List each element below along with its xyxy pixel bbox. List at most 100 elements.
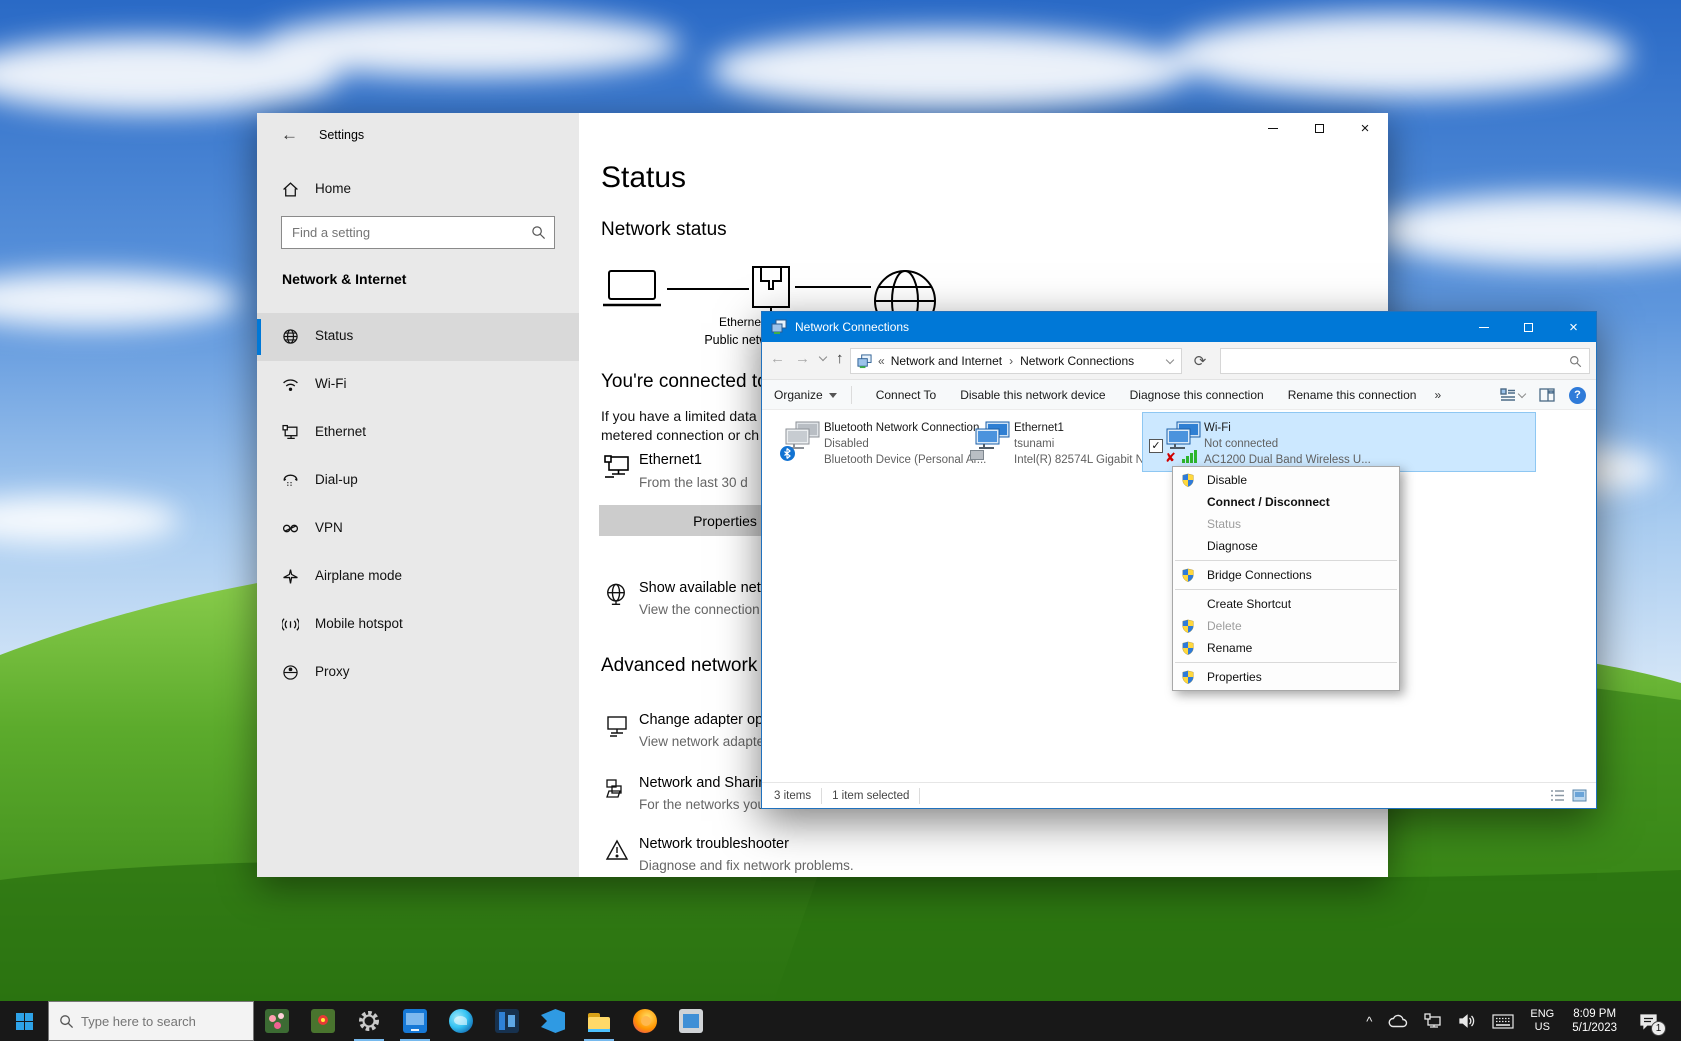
clock-time: 8:09 PM [1572, 1007, 1617, 1021]
taskbar-search-input[interactable] [81, 1014, 241, 1029]
edge-icon[interactable] [438, 1001, 484, 1041]
minimize-button[interactable] [1250, 113, 1296, 144]
system-tray: ^ ENGUS 8:09 PM 5/1/2023 1 [1360, 1001, 1681, 1041]
sharing-center-title[interactable]: Network and Sharin [639, 775, 766, 791]
nav-up-icon[interactable]: ↑ [836, 350, 844, 367]
touch-keyboard-icon[interactable] [1486, 1001, 1520, 1041]
sidebar-item-airplane[interactable]: Airplane mode [257, 553, 579, 601]
tile-name: Bluetooth Network Connection [824, 422, 979, 434]
connect-to-button[interactable]: Connect To [876, 388, 937, 402]
sidebar-item-vpn[interactable]: VPN [257, 505, 579, 553]
start-button[interactable] [0, 1001, 48, 1041]
action-center-button[interactable]: 1 [1629, 1001, 1668, 1041]
refresh-icon[interactable]: ⟳ [1186, 348, 1214, 374]
sidebar-item-ethernet[interactable]: Ethernet [257, 409, 579, 457]
maximize-button[interactable] [1296, 113, 1342, 144]
sidebar-item-status[interactable]: Status [257, 313, 579, 361]
nav-back-icon[interactable]: ← [770, 350, 785, 367]
sidebar-ethernet-label: Ethernet [315, 424, 366, 439]
menu-item-properties[interactable]: Properties [1173, 666, 1399, 688]
sidebar-item-hotspot[interactable]: Mobile hotspot [257, 601, 579, 649]
ethernet-usage-text: From the last 30 d [639, 475, 748, 490]
menu-item-status: Status [1173, 513, 1399, 535]
close-button[interactable]: × [1342, 113, 1388, 144]
signal-bars-icon [1182, 450, 1197, 463]
menu-item-delete: Delete [1173, 615, 1399, 637]
sidebar-dialup-label: Dial-up [315, 472, 358, 487]
ethernet-icon [282, 424, 299, 441]
menu-item-connect-disconnect[interactable]: Connect / Disconnect [1173, 491, 1399, 513]
menu-separator [1175, 589, 1397, 590]
preview-pane-icon[interactable] [1539, 388, 1555, 402]
taskbar-search-box[interactable] [48, 1001, 254, 1041]
selection-checkbox[interactable]: ✓ [1149, 439, 1163, 453]
ethernet-adapter-tile-icon [974, 420, 1012, 454]
troubleshooter-desc: Diagnose and fix network problems. [639, 858, 854, 873]
toolbar-overflow-button[interactable]: » [1434, 388, 1441, 402]
volume-icon[interactable] [1452, 1001, 1482, 1041]
menu-item-bridge-connections[interactable]: Bridge Connections [1173, 564, 1399, 586]
sidebar-item-proxy[interactable]: Proxy [257, 649, 579, 697]
airplane-icon [282, 568, 299, 585]
large-icons-view-toggle-icon[interactable] [1570, 787, 1588, 805]
taskbar-clock[interactable]: 8:09 PM 5/1/2023 [1564, 1007, 1625, 1035]
settings-search-box[interactable] [281, 216, 555, 249]
menu-item-rename[interactable]: Rename [1173, 637, 1399, 659]
network-tray-icon[interactable] [1418, 1001, 1448, 1041]
diagnose-connection-button[interactable]: Diagnose this connection [1130, 388, 1264, 402]
back-arrow-icon[interactable]: ← [281, 125, 298, 145]
adapter-options-title[interactable]: Change adapter opt [639, 712, 767, 728]
troubleshooter-warning-icon [605, 839, 629, 861]
firefox-icon[interactable] [622, 1001, 668, 1041]
sidebar-item-wifi[interactable]: Wi-Fi [257, 361, 579, 409]
flower-shortcut-icon-2[interactable] [300, 1001, 346, 1041]
breadcrumb-collapse[interactable]: « [878, 354, 885, 368]
tray-chevron-up-icon[interactable]: ^ [1360, 1001, 1378, 1041]
menu-item-diagnose[interactable]: Diagnose [1173, 535, 1399, 557]
sidebar-item-dialup[interactable]: Dial-up [257, 457, 579, 505]
display-app-icon[interactable] [392, 1001, 438, 1041]
search-icon [531, 225, 546, 240]
organize-caret-icon [829, 393, 837, 398]
nc-window-title: Network Connections [795, 320, 909, 334]
connection-tile-ethernet1[interactable]: Ethernet1 tsunami Intel(R) 82574L Gigabi… [972, 413, 1142, 471]
change-view-icon[interactable] [1500, 388, 1525, 402]
rename-connection-button[interactable]: Rename this connection [1288, 388, 1417, 402]
troubleshooter-title[interactable]: Network troubleshooter [639, 836, 789, 852]
media-app-icon[interactable] [484, 1001, 530, 1041]
breadcrumb-network-and-internet[interactable]: Network and Internet [891, 354, 1002, 368]
settings-gear-icon[interactable] [346, 1001, 392, 1041]
connection-tile-bluetooth[interactable]: Bluetooth Network Connection Disabled Bl… [782, 413, 968, 471]
uac-shield-icon [1181, 619, 1195, 633]
taskbar-search-icon [59, 1014, 74, 1029]
nc-close-button[interactable]: × [1551, 312, 1596, 342]
breadcrumb-network-connections[interactable]: Network Connections [1020, 354, 1134, 368]
nav-forward-icon[interactable]: → [795, 350, 810, 367]
file-explorer-icon[interactable] [576, 1001, 622, 1041]
menu-item-create-shortcut[interactable]: Create Shortcut [1173, 593, 1399, 615]
address-dropdown-chevron-icon[interactable] [1166, 355, 1174, 363]
selected-count: 1 item selected [832, 790, 909, 802]
flower-shortcut-icon-1[interactable] [254, 1001, 300, 1041]
disable-device-button[interactable]: Disable this network device [960, 388, 1105, 402]
organize-button[interactable]: Organize [774, 388, 837, 402]
nc-maximize-button[interactable] [1506, 312, 1551, 342]
sidebar-item-home[interactable]: Home [257, 171, 579, 209]
details-view-toggle-icon[interactable] [1548, 787, 1566, 805]
sidebar-section-heading: Network & Internet [282, 271, 406, 287]
explorer-search-box[interactable] [1220, 348, 1590, 374]
language-indicator[interactable]: ENGUS [1524, 1008, 1560, 1034]
connection-tile-wifi[interactable]: ✓ ✘ Wi-Fi Not connected AC1200 Dual Band… [1143, 413, 1535, 471]
globe-icon [605, 583, 627, 605]
nav-history-chevron-icon[interactable] [819, 353, 827, 361]
menu-item-disable[interactable]: Disable [1173, 469, 1399, 491]
onedrive-cloud-icon[interactable] [1382, 1001, 1414, 1041]
address-bar[interactable]: « Network and Internet › Network Connect… [850, 348, 1182, 374]
code-app-icon[interactable] [530, 1001, 576, 1041]
nc-navigation-band: ← → ↑ « Network and Internet › Network C… [762, 342, 1596, 380]
show-networks-title[interactable]: Show available netw [639, 580, 771, 596]
help-icon[interactable]: ? [1569, 387, 1586, 404]
settings-search-input[interactable] [282, 217, 554, 248]
photos-app-icon[interactable] [668, 1001, 714, 1041]
nc-minimize-button[interactable] [1461, 312, 1506, 342]
